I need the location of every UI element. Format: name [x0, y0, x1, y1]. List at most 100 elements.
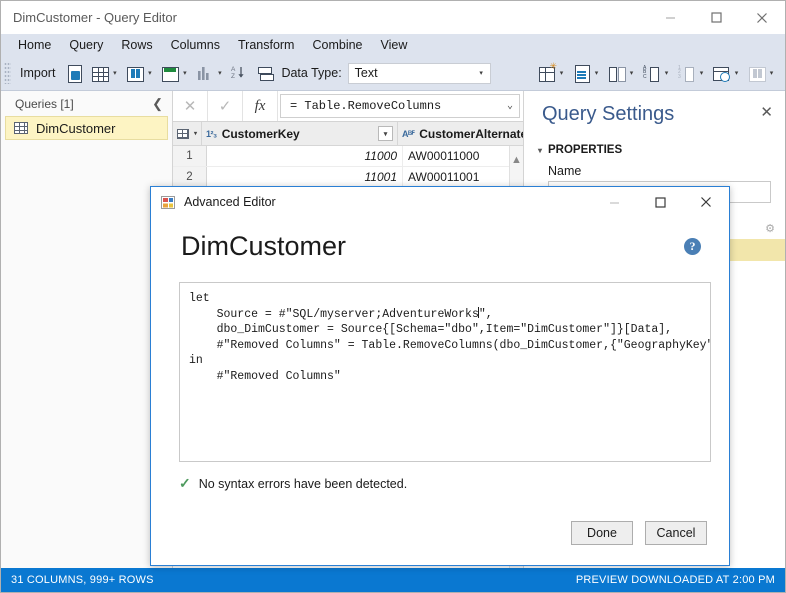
menu-item-transform[interactable]: Transform	[229, 34, 304, 56]
chevron-down-icon[interactable]: ▾	[592, 69, 601, 77]
cell-customerkey[interactable]: 11000	[207, 146, 403, 166]
cancel-button[interactable]: Cancel	[645, 521, 707, 545]
select-all-columns-button[interactable]: ▾	[173, 122, 203, 145]
check-icon: ✓	[179, 475, 191, 491]
number-column-button[interactable]: ▾	[675, 60, 708, 86]
gear-icon[interactable]: ⚙	[765, 222, 775, 235]
menu-item-columns[interactable]: Columns	[162, 34, 229, 56]
queries-pane-title: Queries [1]	[15, 96, 74, 111]
chevron-down-icon[interactable]: ▾	[662, 69, 671, 77]
cell-customeralternatekey[interactable]: AW00011000	[403, 146, 523, 166]
chevron-down-icon[interactable]: ▾	[627, 69, 636, 77]
sort-az-button[interactable]: A Z	[228, 60, 251, 86]
menu-item-home[interactable]: Home	[9, 34, 60, 56]
structured-column-icon	[747, 64, 766, 82]
dialog-footer: Done Cancel	[151, 521, 729, 565]
table-row[interactable]: 2 11001 AW00011001	[173, 167, 523, 188]
data-type-select[interactable]: Text ▾	[347, 62, 491, 84]
table-grid-icon	[90, 64, 110, 82]
done-button[interactable]: Done	[571, 521, 633, 545]
choose-columns-button[interactable]: ▾	[123, 60, 156, 86]
merge-combine-button[interactable]	[253, 60, 276, 86]
row-number: 1	[173, 146, 207, 166]
dialog-titlebar: Advanced Editor	[151, 187, 729, 217]
name-field-label: Name	[548, 164, 582, 178]
collapse-pane-icon[interactable]: ❮	[149, 96, 166, 112]
import-button[interactable]: Import	[13, 66, 62, 80]
table-grid-button[interactable]: ▾	[88, 60, 121, 86]
query-list-item-dimcustomer[interactable]: DimCustomer	[5, 116, 168, 140]
formula-input[interactable]: = Table.RemoveColumns ⌄	[280, 94, 520, 118]
column-type-icon: Aᴮꟳ	[402, 129, 415, 139]
table-row[interactable]: 1 11000 AW00011000	[173, 146, 523, 167]
properties-section-header[interactable]: ▾ PROPERTIES	[538, 144, 785, 156]
cell-customerkey[interactable]: 11001	[207, 167, 403, 187]
m-code-editor[interactable]: let Source = #"SQL/myserver;AdventureWor…	[179, 282, 711, 462]
column-type-icon: 1²₃	[206, 128, 217, 139]
code-line-6: #"Removed Columns"	[189, 369, 341, 383]
dialog-title: Advanced Editor	[184, 195, 276, 209]
chevron-down-icon[interactable]: ▾	[767, 69, 776, 77]
column-header-customerkey[interactable]: 1²₃ CustomerKey ▾	[202, 122, 399, 145]
formula-accept-button[interactable]: ✓	[208, 91, 243, 121]
code-line-3: dbo_DimCustomer = Source{[Schema="dbo",I…	[189, 323, 673, 336]
data-type-value: Text	[354, 66, 378, 80]
column-header-label: CustomerKey	[221, 126, 300, 141]
data-page-button[interactable]: ▾	[570, 60, 603, 86]
insert-column-button[interactable]: ▾	[605, 60, 638, 86]
dialog-maximize-button[interactable]	[637, 187, 683, 217]
column-header-customeralternatekey[interactable]: Aᴮꟳ CustomerAlternateKey ▾	[398, 122, 523, 145]
dialog-close-button[interactable]	[683, 187, 729, 217]
chevron-down-icon[interactable]: ▾	[477, 69, 486, 77]
chevron-down-icon[interactable]: ▾	[110, 69, 119, 77]
import-page-button[interactable]	[63, 60, 86, 86]
fx-icon[interactable]: fx	[243, 91, 278, 121]
chevron-down-icon[interactable]: ▾	[194, 130, 197, 137]
chevron-down-icon[interactable]: ⌄	[507, 100, 513, 112]
chevron-down-icon[interactable]: ▾	[697, 69, 706, 77]
use-first-row-as-headers-icon	[160, 64, 180, 82]
data-type-label: Data Type:	[281, 66, 342, 80]
dialog-heading-row: DimCustomer ?	[181, 231, 729, 262]
cell-customeralternatekey[interactable]: AW00011001	[403, 167, 523, 187]
number-column-icon	[677, 64, 696, 82]
menu-item-rows[interactable]: Rows	[112, 34, 161, 56]
toolbar-grip[interactable]	[4, 62, 11, 84]
minimize-button[interactable]	[647, 1, 693, 34]
menu-item-combine[interactable]: Combine	[303, 34, 371, 56]
formula-cancel-button[interactable]: ✕	[173, 91, 208, 121]
chevron-down-icon[interactable]: ▾	[557, 69, 566, 77]
menu-item-query[interactable]: Query	[60, 34, 112, 56]
status-preview-time: PREVIEW DOWNLOADED AT 2:00 PM	[575, 574, 775, 586]
scroll-up-icon[interactable]: ▲	[510, 154, 523, 166]
window-controls	[647, 1, 785, 34]
close-button[interactable]	[739, 1, 785, 34]
new-table-button[interactable]: ▾	[535, 60, 568, 86]
queries-pane: Queries [1] ❮ DimCustomer	[1, 91, 173, 568]
date-time-column-button[interactable]: ▾	[710, 60, 743, 86]
chevron-down-icon[interactable]: ▾	[215, 69, 224, 77]
chevron-down-icon[interactable]: ▾	[732, 69, 741, 77]
code-line-2-b: ",	[478, 307, 493, 321]
close-settings-icon[interactable]: ✕	[760, 103, 773, 121]
group-by-button[interactable]: ▾	[193, 60, 226, 86]
column-filter-button[interactable]: ▾	[378, 126, 394, 141]
toolbar: Import ▾ ▾ ▾ ▾ A Z Data Type: Text ▾ ✳ ▾…	[1, 56, 785, 91]
use-first-row-as-headers-button[interactable]: ▾	[158, 60, 191, 86]
code-line-4: #"Removed Columns" = Table.RemoveColumns…	[189, 338, 711, 352]
maximize-icon	[654, 196, 666, 208]
close-icon	[757, 12, 767, 23]
syntax-status-message: No syntax errors have been detected.	[198, 476, 408, 491]
help-icon[interactable]: ?	[684, 238, 701, 255]
structured-column-button[interactable]: ▾	[745, 60, 778, 86]
text-column-button[interactable]: ▾	[640, 60, 673, 86]
status-columns-rows: 31 COLUMNS, 999+ ROWS	[11, 574, 154, 586]
chevron-down-icon[interactable]: ▾	[145, 69, 154, 77]
status-bar: 31 COLUMNS, 999+ ROWS PREVIEW DOWNLOADED…	[1, 568, 785, 592]
svg-text:A: A	[231, 66, 236, 73]
maximize-button[interactable]	[693, 1, 739, 34]
dialog-minimize-button[interactable]	[591, 187, 637, 217]
menu-item-view[interactable]: View	[372, 34, 417, 56]
chevron-down-icon[interactable]: ▾	[180, 69, 189, 77]
new-table-icon	[537, 62, 557, 82]
